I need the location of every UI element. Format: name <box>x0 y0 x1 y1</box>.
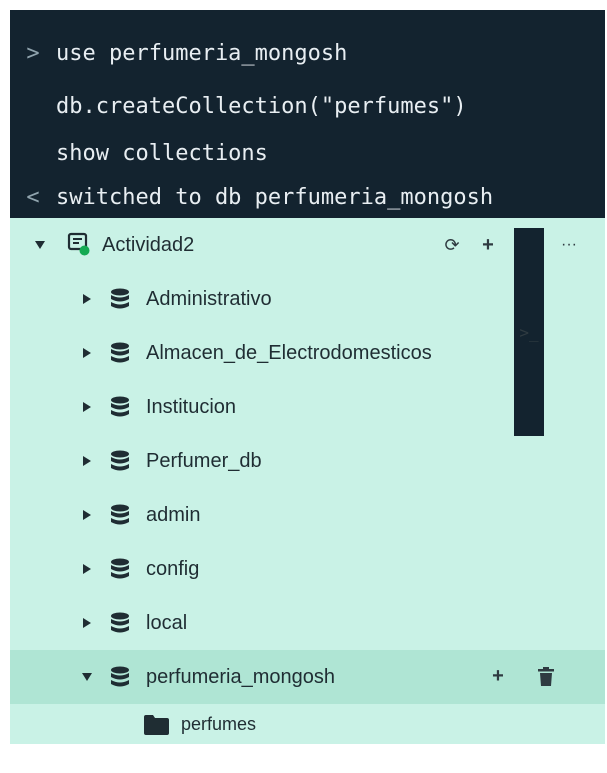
chevron-right-icon[interactable] <box>80 454 94 468</box>
mongosh-shell: > use perfumeria_mongosh db.createCollec… <box>10 10 605 218</box>
shell-line: > use perfumeria_mongosh <box>10 32 347 74</box>
database-icon <box>110 612 130 634</box>
database-label: Almacen_de_Electrodomesticos <box>146 341 432 364</box>
shell-line: db.createCollection("perfumes") <box>10 85 467 127</box>
database-item[interactable]: local <box>10 596 605 650</box>
collection-item[interactable]: perfumes <box>10 704 605 744</box>
shell-line-text: db.createCollection("perfumes") <box>56 93 467 119</box>
database-item[interactable]: Almacen_de_Electrodomesticos <box>10 326 605 380</box>
database-label: Institucion <box>146 395 237 418</box>
database-icon <box>110 342 130 364</box>
database-item[interactable]: admin <box>10 488 605 542</box>
database-label: config <box>146 557 200 580</box>
chevron-right-icon[interactable] <box>80 508 94 522</box>
database-label: Perfumer_db <box>146 449 262 472</box>
add-database-icon[interactable]: + <box>476 234 500 257</box>
shell-line-text: use perfumeria_mongosh <box>56 40 348 66</box>
shell-line: show collections <box>10 132 268 174</box>
connection-item[interactable]: Actividad2 ⟳ + >_ ··· <box>10 218 605 436</box>
database-icon <box>110 504 130 526</box>
database-label: perfumeria_mongosh <box>146 665 335 688</box>
connection-label: Actividad2 <box>102 233 195 256</box>
chevron-right-icon[interactable] <box>80 616 94 630</box>
chevron-right-icon[interactable] <box>80 562 94 576</box>
output-prompt-icon: < <box>26 184 40 210</box>
shell-line-text: show collections <box>56 140 268 166</box>
chevron-right-icon[interactable] <box>80 346 94 360</box>
database-item-selected[interactable]: perfumeria_mongosh + <box>10 650 605 704</box>
chevron-right-icon[interactable] <box>80 292 94 306</box>
database-icon <box>110 288 130 310</box>
database-label: local <box>146 611 188 634</box>
database-icon <box>110 450 130 472</box>
refresh-icon[interactable]: ⟳ <box>440 235 464 256</box>
connection-actions: ⟳ + >_ ··· <box>440 218 590 436</box>
database-label: Administrativo <box>146 287 272 310</box>
chevron-right-icon[interactable] <box>80 400 94 414</box>
database-label: admin <box>146 503 201 526</box>
chevron-down-icon[interactable] <box>33 238 47 252</box>
trash-icon[interactable] <box>537 667 555 687</box>
connection-icon <box>67 232 91 256</box>
database-item[interactable]: Institucion <box>10 380 605 434</box>
database-item[interactable]: Administrativo <box>10 272 605 326</box>
collection-label: perfumes <box>181 713 257 734</box>
database-icon <box>110 396 130 418</box>
database-item[interactable]: config <box>10 542 605 596</box>
more-options-icon[interactable]: ··· <box>554 236 584 254</box>
add-collection-icon[interactable]: + <box>486 665 510 688</box>
folder-icon <box>144 715 169 735</box>
shell-line: < switched to db perfumeria_mongosh <box>10 176 493 218</box>
input-prompt-icon: > <box>26 40 40 66</box>
database-icon <box>110 666 130 688</box>
chevron-down-icon[interactable] <box>80 670 94 684</box>
shell-output-text: switched to db perfumeria_mongosh <box>56 184 494 210</box>
database-icon <box>110 558 130 580</box>
connection-tree: Actividad2 ⟳ + >_ ··· Administrativo Alm… <box>10 218 605 744</box>
database-item[interactable]: Perfumer_db <box>10 434 605 488</box>
